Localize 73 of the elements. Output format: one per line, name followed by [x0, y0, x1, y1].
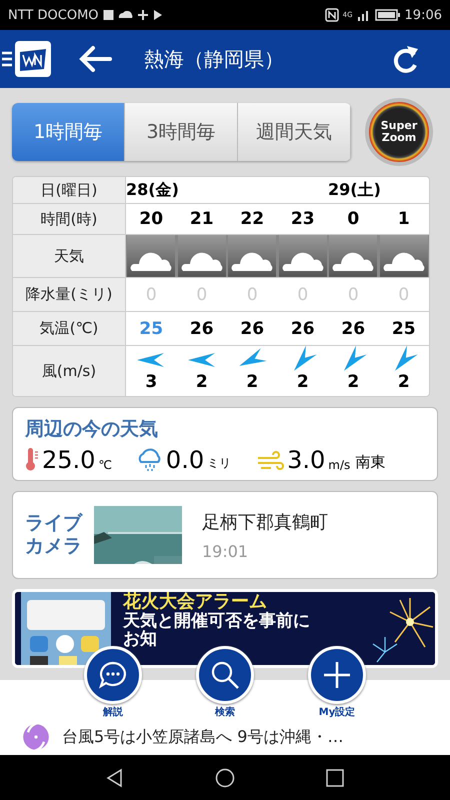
wind-value: 3.0	[287, 448, 326, 472]
tab[interactable]: 3時間毎	[125, 103, 238, 161]
wind-speed: 2	[398, 372, 410, 392]
live-camera-card[interactable]: ライブ カメラ 足柄下郡真鶴町 19:01	[12, 491, 438, 579]
camera-time: 19:01	[202, 542, 250, 560]
button-label: 解説	[103, 706, 123, 719]
table-cell: 25	[378, 312, 429, 346]
thermometer-icon	[25, 446, 39, 472]
wind-unit: m/s	[328, 458, 350, 472]
temperature-value: 25.0	[42, 448, 96, 472]
search-icon	[210, 660, 240, 690]
rain-unit: ミリ	[207, 455, 232, 472]
banner-headline: 花火大会アラーム	[123, 592, 267, 612]
ad-banner[interactable]: 花火大会アラーム 天気と開催可否を事前に お知	[12, 589, 438, 668]
back-icon[interactable]	[105, 768, 125, 788]
card-title: カメラ	[25, 535, 82, 558]
current-weather-card[interactable]: 周辺の今の天気 25.0℃ 0.0 ミリ 3.0 m/s 南東	[12, 407, 438, 481]
table-cell: 26	[278, 312, 328, 346]
row-header: 天気	[13, 235, 126, 278]
table-cell: 26	[328, 312, 378, 346]
table-cell: 26	[227, 312, 278, 346]
rain-cloud-icon	[136, 448, 163, 472]
table-cell: 28(金)	[126, 177, 176, 204]
carrier-name: NTT DOCOMO	[8, 8, 99, 22]
wind-speed: 3	[145, 372, 158, 392]
wind-speed: 2	[246, 372, 258, 392]
commentary-button[interactable]	[84, 646, 142, 704]
back-icon[interactable]	[78, 45, 112, 73]
banner-text: お知	[123, 630, 158, 650]
table-cell: 29(土)	[328, 177, 378, 204]
nfc-icon	[324, 8, 339, 22]
wind-icon	[256, 450, 284, 472]
banner-text: 天気と開催可否を事前に	[123, 612, 311, 630]
tab[interactable]: 週間天気	[238, 103, 351, 161]
cloud-icon	[329, 235, 378, 277]
battery-icon	[374, 8, 401, 22]
plus-icon	[322, 660, 352, 690]
news-ticker[interactable]: 台風5号は小笠原諸島へ 9号は沖縄・…	[62, 726, 344, 748]
row-header: 気温(℃)	[13, 312, 126, 346]
wind-speed: 2	[196, 372, 208, 392]
card-title: 周辺の今の天気	[25, 417, 159, 442]
card-title: ライブ	[25, 512, 82, 535]
wind-speed: 2	[296, 372, 309, 392]
recent-apps-icon[interactable]	[325, 768, 345, 788]
signal-icon	[356, 8, 371, 22]
row-header: 風(m/s)	[13, 346, 126, 396]
rain-value: 0.0	[166, 448, 204, 472]
button-label: 検索	[215, 706, 235, 719]
menu-icon[interactable]	[2, 50, 12, 68]
wind-direction: 南東	[355, 453, 386, 472]
cloud-icon	[228, 235, 276, 277]
clock: 19:06	[404, 8, 442, 22]
row-header: 時間(時)	[13, 204, 126, 235]
super-zoom-button[interactable]: Super Zoom	[365, 98, 433, 166]
add-button[interactable]	[308, 646, 366, 704]
tab[interactable]: 1時間毎	[12, 103, 125, 161]
row-header: 降水量(ミリ)	[13, 278, 126, 312]
cloud-icon	[127, 235, 176, 277]
page-title: 熱海（静岡県）	[144, 46, 284, 72]
app-logo-icon[interactable]	[14, 40, 52, 78]
table-cell: 25	[126, 312, 176, 346]
wind-speed: 2	[347, 372, 360, 392]
temperature-unit: ℃	[98, 458, 112, 472]
button-label: My設定	[318, 705, 356, 719]
camera-location: 足柄下郡真鶴町	[202, 510, 328, 534]
cloud-icon	[118, 11, 133, 19]
row-header: 日(曜日)	[13, 177, 126, 204]
home-icon[interactable]	[215, 768, 235, 788]
cloud-icon	[278, 235, 327, 277]
search-button[interactable]	[196, 646, 254, 704]
chat-bubble-icon	[98, 660, 128, 690]
cloud-icon	[178, 235, 226, 277]
table-cell: 26	[176, 312, 227, 346]
